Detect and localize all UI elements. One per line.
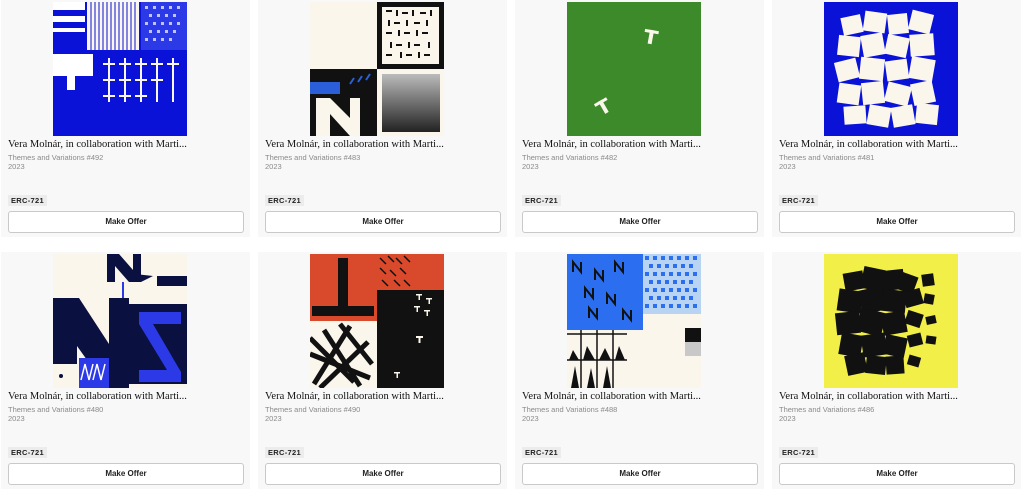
nft-card[interactable]: Vera Molnár, in collaboration with Marti… (772, 0, 1021, 237)
artwork-image[interactable] (824, 2, 958, 136)
card-subtitle: Themes and Variations #481 (779, 153, 875, 162)
artwork-image[interactable] (824, 254, 958, 388)
card-year: 2023 (522, 162, 539, 171)
card-title[interactable]: Vera Molnár, in collaboration with Marti… (779, 391, 1017, 402)
blue-n-artwork (567, 254, 701, 388)
card-year: 2023 (522, 414, 539, 423)
card-year: 2023 (779, 414, 796, 423)
red-black-artwork (310, 254, 444, 388)
artwork-image[interactable] (567, 254, 701, 388)
card-year: 2023 (8, 162, 25, 171)
card-year: 2023 (265, 414, 282, 423)
make-offer-button[interactable]: Make Offer (522, 463, 758, 485)
make-offer-button[interactable]: Make Offer (265, 211, 501, 233)
card-title[interactable]: Vera Molnár, in collaboration with Marti… (522, 139, 760, 150)
green-artwork (567, 2, 701, 136)
make-offer-button[interactable]: Make Offer (522, 211, 758, 233)
nft-card[interactable]: Vera Molnár, in collaboration with Marti… (258, 0, 507, 237)
nft-card[interactable]: Vera Molnár, in collaboration with Marti… (1, 0, 250, 237)
card-subtitle: Themes and Variations #490 (265, 405, 361, 414)
card-subtitle: Themes and Variations #483 (265, 153, 361, 162)
token-standard-badge: ERC-721 (522, 447, 561, 458)
artwork-image[interactable] (567, 2, 701, 136)
card-title[interactable]: Vera Molnár, in collaboration with Marti… (8, 139, 246, 150)
cream-black-artwork (310, 2, 444, 136)
artwork-image[interactable] (53, 254, 187, 388)
nft-card[interactable]: Vera Molnár, in collaboration with Marti… (258, 252, 507, 489)
make-offer-button[interactable]: Make Offer (265, 463, 501, 485)
artwork-image[interactable] (53, 2, 187, 136)
navy-n-artwork (53, 254, 187, 388)
card-year: 2023 (779, 162, 796, 171)
make-offer-button[interactable]: Make Offer (8, 463, 244, 485)
token-standard-badge: ERC-721 (265, 447, 304, 458)
nft-card[interactable]: Vera Molnár, in collaboration with Marti… (515, 0, 764, 237)
card-title[interactable]: Vera Molnár, in collaboration with Marti… (265, 139, 503, 150)
card-subtitle: Themes and Variations #492 (8, 153, 104, 162)
nft-grid: Vera Molnár, in collaboration with Marti… (0, 0, 1024, 492)
nft-card[interactable]: Vera Molnár, in collaboration with Marti… (515, 252, 764, 489)
card-title[interactable]: Vera Molnár, in collaboration with Marti… (8, 391, 246, 402)
make-offer-button[interactable]: Make Offer (779, 463, 1015, 485)
card-subtitle: Themes and Variations #482 (522, 153, 618, 162)
token-standard-badge: ERC-721 (265, 195, 304, 206)
card-subtitle: Themes and Variations #488 (522, 405, 618, 414)
blue-squares-artwork (824, 2, 958, 136)
card-title[interactable]: Vera Molnár, in collaboration with Marti… (522, 391, 760, 402)
artwork-image[interactable] (310, 254, 444, 388)
card-year: 2023 (265, 162, 282, 171)
artwork-image[interactable] (310, 2, 444, 136)
token-standard-badge: ERC-721 (522, 195, 561, 206)
card-subtitle: Themes and Variations #486 (779, 405, 875, 414)
nft-card[interactable]: Vera Molnár, in collaboration with Marti… (1, 252, 250, 489)
blue-grid-artwork (53, 2, 187, 136)
card-title[interactable]: Vera Molnár, in collaboration with Marti… (779, 139, 1017, 150)
make-offer-button[interactable]: Make Offer (779, 211, 1015, 233)
token-standard-badge: ERC-721 (779, 447, 818, 458)
make-offer-button[interactable]: Make Offer (8, 211, 244, 233)
card-title[interactable]: Vera Molnár, in collaboration with Marti… (265, 391, 503, 402)
token-standard-badge: ERC-721 (8, 447, 47, 458)
yellow-black-artwork (824, 254, 958, 388)
card-year: 2023 (8, 414, 25, 423)
card-subtitle: Themes and Variations #480 (8, 405, 104, 414)
token-standard-badge: ERC-721 (779, 195, 818, 206)
nft-card[interactable]: Vera Molnár, in collaboration with Marti… (772, 252, 1021, 489)
token-standard-badge: ERC-721 (8, 195, 47, 206)
